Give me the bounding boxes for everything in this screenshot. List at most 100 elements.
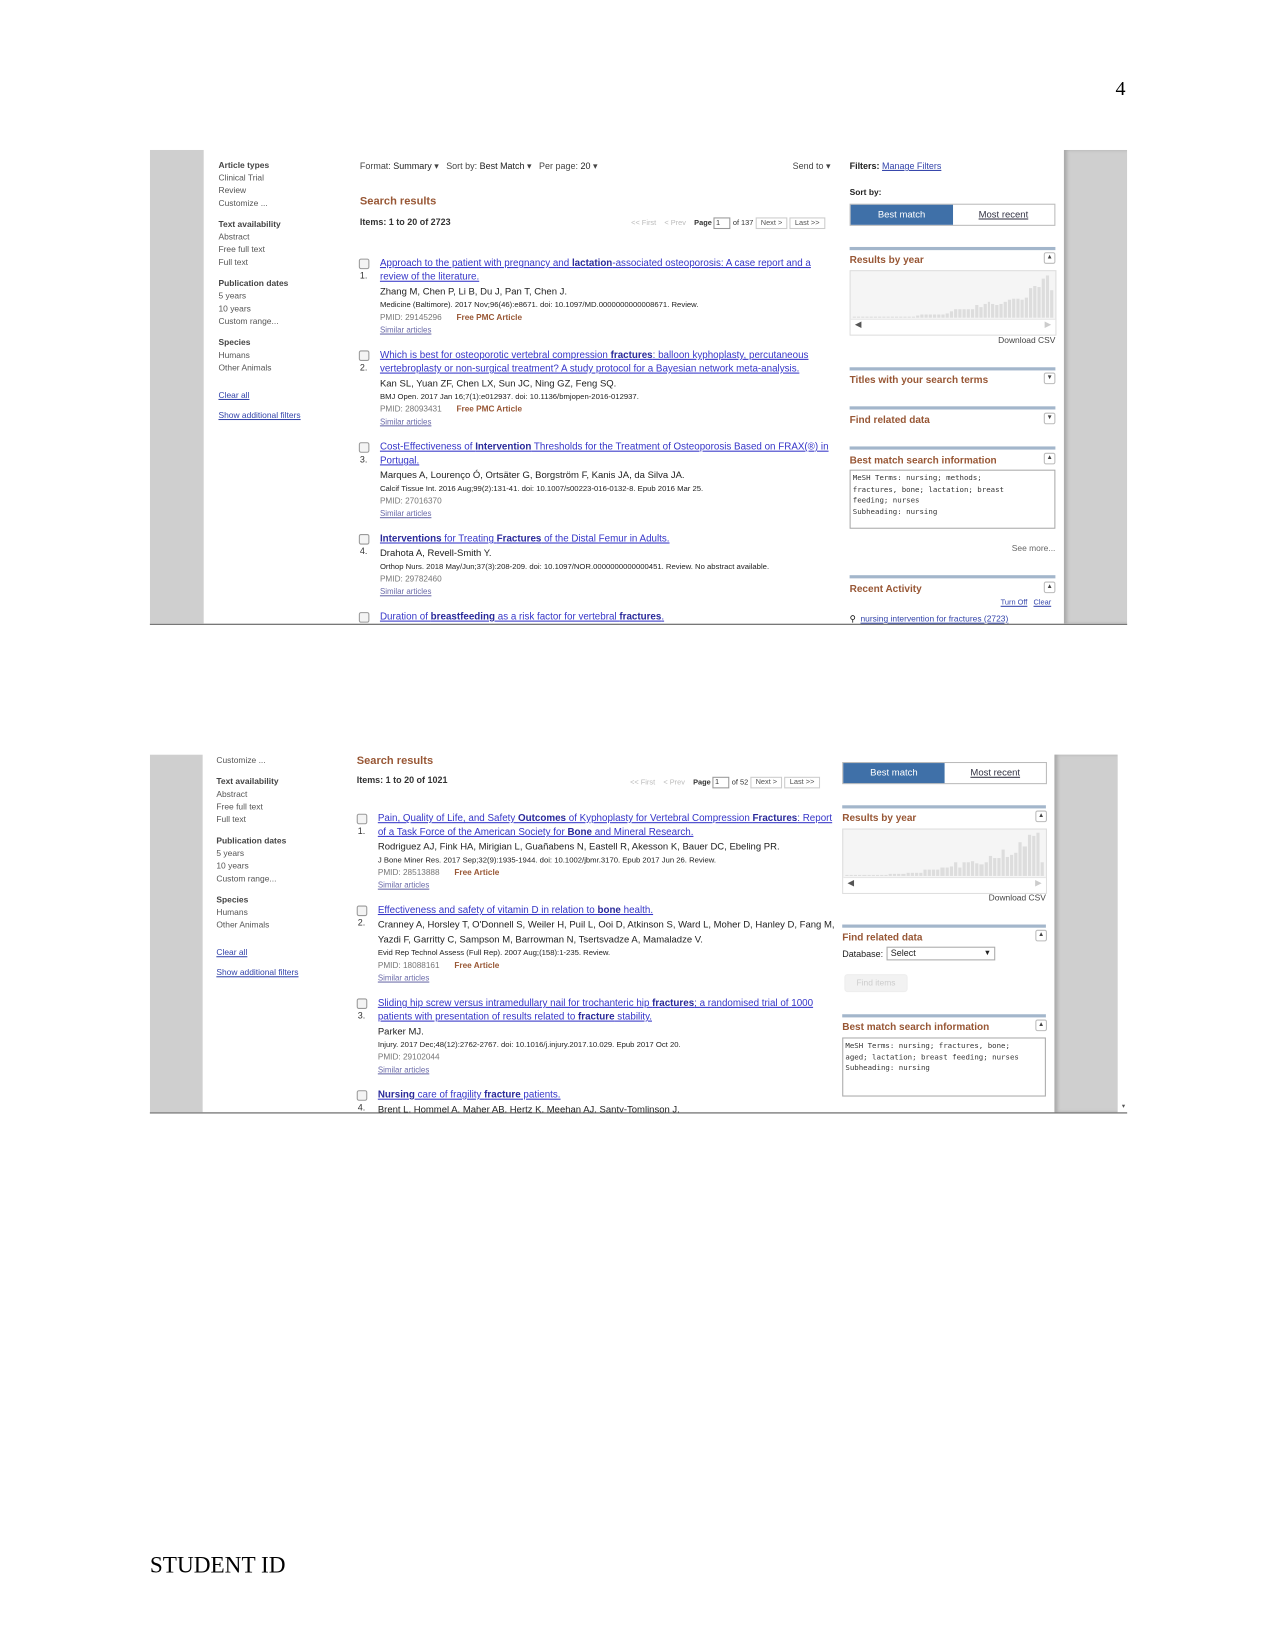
- filter-option[interactable]: Custom range...: [218, 316, 300, 329]
- histogram-bar[interactable]: [945, 868, 949, 876]
- free-article-link[interactable]: Free PMC Article: [456, 312, 522, 321]
- histogram-bar[interactable]: [880, 874, 884, 876]
- histogram-bar[interactable]: [953, 309, 957, 318]
- histogram-bar[interactable]: [1005, 857, 1010, 876]
- manage-filters-link[interactable]: Manage Filters: [882, 160, 941, 171]
- filter-option[interactable]: Humans: [218, 349, 300, 362]
- histogram-bar[interactable]: [1046, 275, 1050, 318]
- histogram-bar[interactable]: [957, 309, 962, 318]
- histogram-bar[interactable]: [987, 301, 991, 318]
- histogram-bar[interactable]: [919, 873, 923, 876]
- histogram-bar[interactable]: [1016, 298, 1020, 318]
- histogram-bar[interactable]: [966, 862, 971, 876]
- histogram-bar[interactable]: [1018, 842, 1023, 876]
- histogram-bar[interactable]: [882, 316, 886, 318]
- histogram-bar[interactable]: [1036, 832, 1040, 876]
- histogram-bar[interactable]: [945, 313, 949, 318]
- similar-articles-link[interactable]: Similar articles: [378, 972, 842, 984]
- histogram-bar[interactable]: [991, 304, 995, 318]
- histogram-bar[interactable]: [932, 314, 936, 318]
- first-page-link[interactable]: << First: [630, 779, 655, 786]
- page-input[interactable]: 1: [712, 776, 730, 789]
- histogram-bar[interactable]: [858, 874, 862, 876]
- collapse-icon[interactable]: ▲: [1035, 1019, 1047, 1032]
- result-checkbox[interactable]: [358, 442, 370, 453]
- histogram-bar[interactable]: [984, 862, 988, 876]
- filter-option[interactable]: Humans: [216, 907, 298, 920]
- last-page-button[interactable]: Last >>: [789, 217, 825, 230]
- histogram-bar[interactable]: [941, 314, 945, 318]
- histogram-bar[interactable]: [988, 855, 992, 876]
- histogram-bar[interactable]: [927, 869, 932, 876]
- result-checkbox[interactable]: [356, 1090, 368, 1101]
- download-csv-link[interactable]: Download CSV: [989, 893, 1046, 902]
- histogram-bar[interactable]: [914, 872, 919, 876]
- send-to-dropdown[interactable]: Send to ▾: [793, 160, 831, 172]
- histogram-bar[interactable]: [867, 875, 871, 876]
- histogram-bar[interactable]: [920, 315, 924, 318]
- similar-articles-link[interactable]: Similar articles: [380, 508, 844, 520]
- free-article-link[interactable]: Free Article: [454, 960, 499, 969]
- histogram-bar[interactable]: [894, 316, 898, 318]
- prev-page-link[interactable]: < Prev: [663, 779, 685, 786]
- histogram-bar[interactable]: [869, 316, 873, 318]
- histogram-bar[interactable]: [966, 308, 970, 318]
- collapse-icon[interactable]: ▲: [1043, 581, 1056, 594]
- histogram-bar[interactable]: [1001, 849, 1005, 876]
- collapse-icon[interactable]: ▲: [1035, 810, 1047, 823]
- similar-articles-link[interactable]: Similar articles: [380, 416, 844, 428]
- result-title-link[interactable]: Nursing care of fragility fracture patie…: [378, 1088, 838, 1102]
- result-checkbox[interactable]: [356, 905, 368, 917]
- histogram-bar[interactable]: [1041, 278, 1046, 318]
- most-recent-button[interactable]: Most recent: [952, 205, 1054, 225]
- page-input[interactable]: 1: [713, 217, 731, 230]
- histogram-bar[interactable]: [1014, 852, 1018, 876]
- histogram-bar[interactable]: [936, 869, 940, 876]
- clear-all-link[interactable]: Clear all: [218, 389, 300, 402]
- histogram-bar[interactable]: [890, 316, 894, 318]
- scroll-right-icon[interactable]: ▶: [1035, 878, 1041, 887]
- histogram-bar[interactable]: [928, 315, 932, 318]
- histogram-bar[interactable]: [1004, 301, 1008, 318]
- prev-page-link[interactable]: < Prev: [664, 220, 686, 227]
- histogram-scrollbar[interactable]: ◀ ▶: [850, 318, 1056, 335]
- histogram-bar[interactable]: [910, 872, 914, 876]
- format-dropdown[interactable]: Format: Summary ▾: [360, 160, 439, 171]
- next-page-button[interactable]: Next >: [755, 217, 788, 230]
- filter-option[interactable]: 5 years: [218, 290, 300, 303]
- filter-option[interactable]: Free full text: [216, 801, 298, 814]
- histogram-bar[interactable]: [958, 868, 962, 876]
- histogram-bar[interactable]: [962, 309, 966, 318]
- filter-option[interactable]: Full text: [216, 814, 298, 827]
- filter-option[interactable]: Abstract: [216, 788, 298, 801]
- sort-by-dropdown[interactable]: Sort by: Best Match ▾: [446, 160, 531, 171]
- most-recent-button[interactable]: Most recent: [945, 763, 1046, 783]
- histogram-bar[interactable]: [1012, 299, 1016, 318]
- histogram-bar[interactable]: [936, 314, 941, 318]
- histogram-bar[interactable]: [949, 311, 953, 318]
- per-page-dropdown[interactable]: Per page: 20 ▾: [539, 160, 597, 171]
- histogram-bar[interactable]: [861, 316, 865, 318]
- histogram-bar[interactable]: [971, 860, 975, 876]
- similar-articles-link[interactable]: Similar articles: [378, 879, 842, 891]
- download-csv-link[interactable]: Download CSV: [998, 336, 1055, 345]
- filter-option[interactable]: Abstract: [218, 231, 300, 244]
- result-title-link[interactable]: Sliding hip screw versus intramedullary …: [378, 996, 838, 1023]
- histogram-bar[interactable]: [852, 316, 856, 318]
- free-article-link[interactable]: Free Article: [454, 868, 499, 877]
- histogram-bar[interactable]: [962, 862, 966, 876]
- histogram-bar[interactable]: [923, 869, 927, 876]
- collapse-icon[interactable]: ▲: [1043, 452, 1056, 465]
- histogram-bar[interactable]: [845, 875, 849, 876]
- recent-query-item[interactable]: ⚲ nursing intervention for fractures (27…: [850, 614, 1009, 623]
- best-match-button[interactable]: Best match: [843, 763, 945, 784]
- histogram-bar[interactable]: [903, 316, 907, 318]
- histogram-bar[interactable]: [1010, 854, 1014, 876]
- histogram-bar[interactable]: [865, 316, 869, 318]
- histogram-bar[interactable]: [875, 875, 880, 876]
- histogram-scrollbar[interactable]: ◀ ▶: [843, 877, 1046, 893]
- result-title-link[interactable]: Approach to the patient with pregnancy a…: [380, 256, 840, 283]
- filter-option[interactable]: 10 years: [216, 860, 298, 873]
- result-checkbox[interactable]: [356, 998, 368, 1009]
- histogram-bar[interactable]: [1008, 299, 1012, 318]
